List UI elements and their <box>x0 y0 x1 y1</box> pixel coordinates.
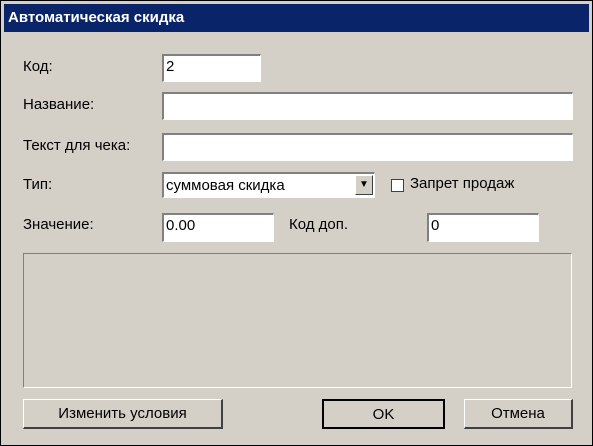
receipt-text-field[interactable] <box>162 133 573 161</box>
code-field[interactable]: 2 <box>162 54 261 82</box>
name-field[interactable] <box>162 92 573 120</box>
extra-code-field[interactable]: 0 <box>427 213 539 242</box>
discount-dialog: Автоматическая скидка Код: 2 Название: Т… <box>0 0 593 446</box>
type-select-value: суммовая скидка <box>166 177 285 194</box>
chevron-down-icon[interactable]: ▼ <box>355 175 373 195</box>
receipt-text-label: Текст для чека: <box>23 137 131 154</box>
name-label: Название: <box>23 96 95 113</box>
window-title: Автоматическая скидка <box>4 4 589 32</box>
code-label: Код: <box>23 58 53 75</box>
type-select[interactable]: суммовая скидка ▼ <box>162 172 375 198</box>
ok-button[interactable]: OK <box>322 399 445 429</box>
value-label: Значение: <box>23 216 94 233</box>
sale-ban-label: Запрет продаж <box>410 175 515 192</box>
value-field[interactable]: 0.00 <box>162 213 274 242</box>
sale-ban-checkbox[interactable] <box>391 179 404 192</box>
cancel-button[interactable]: Отмена <box>464 399 573 429</box>
extra-code-label: Код доп. <box>289 216 349 233</box>
conditions-panel <box>23 253 572 388</box>
type-label: Тип: <box>23 176 53 193</box>
change-conditions-button[interactable]: Изменить условия <box>23 399 223 429</box>
